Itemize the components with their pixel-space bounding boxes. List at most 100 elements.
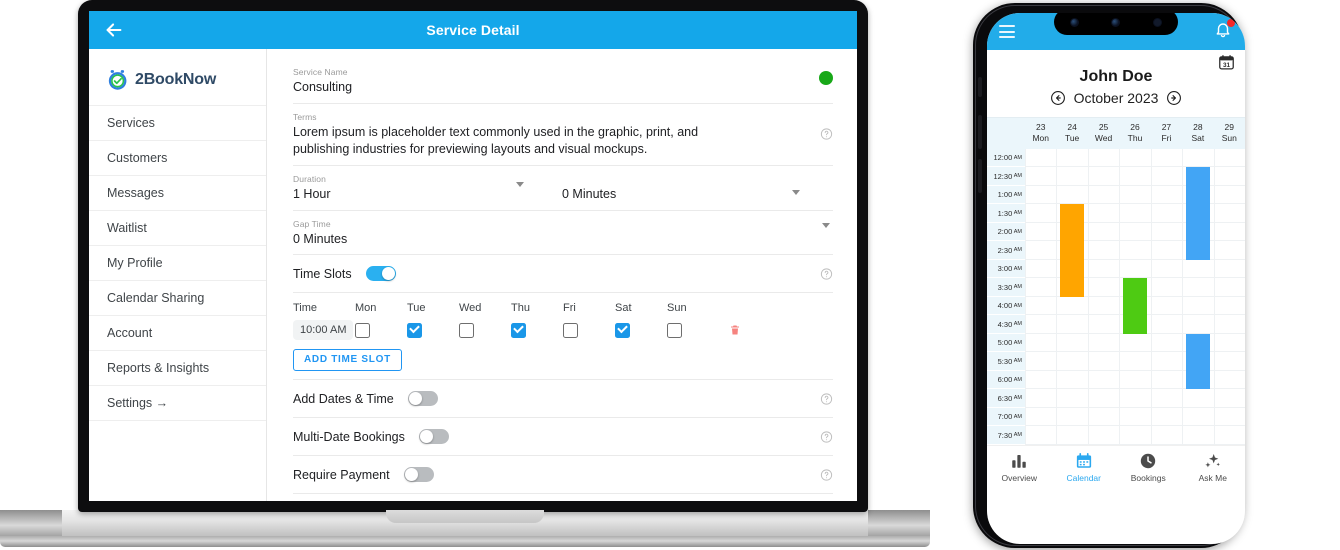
toggle-multi-date[interactable]: [418, 429, 449, 445]
calendar-cell[interactable]: [1025, 333, 1057, 353]
field-terms[interactable]: Terms Lorem ipsum is placeholder text co…: [293, 104, 833, 166]
calendar-event[interactable]: [1122, 278, 1148, 334]
toggle-add-dates[interactable]: [407, 391, 438, 407]
calendar-cell[interactable]: [1213, 426, 1245, 445]
calendar-cell[interactable]: [1025, 185, 1057, 205]
hamburger-menu-icon[interactable]: [999, 25, 1015, 42]
calendar-cell[interactable]: [1182, 259, 1214, 279]
calendar-cell[interactable]: [1150, 278, 1183, 297]
calendar-cell[interactable]: [1182, 407, 1214, 427]
calendar-cell[interactable]: [1213, 278, 1245, 297]
calendar-cell[interactable]: [1025, 222, 1057, 242]
sidebar-item-my-profile[interactable]: My Profile: [89, 245, 266, 280]
calendar-cell[interactable]: [1025, 296, 1057, 316]
calendar-cell[interactable]: [1119, 259, 1151, 279]
calendar-cell[interactable]: [1025, 352, 1057, 371]
calendar-cell[interactable]: [1087, 407, 1120, 427]
phone-nav-item-calendar[interactable]: Calendar: [1052, 452, 1117, 483]
calendar-event[interactable]: [1185, 333, 1211, 390]
calendar-cell[interactable]: [1056, 185, 1088, 205]
help-circle-icon[interactable]: [820, 267, 833, 280]
add-time-slot-button[interactable]: ADD TIME SLOT: [293, 349, 402, 372]
calendar-cell[interactable]: [1087, 426, 1120, 445]
day-header-thu[interactable]: 26 Thu: [1119, 118, 1150, 149]
calendar-cell[interactable]: [1087, 148, 1120, 168]
chevron-left-circle-icon[interactable]: [1050, 90, 1066, 106]
calendar-cell[interactable]: [1213, 407, 1245, 427]
calendar-cell[interactable]: [1119, 352, 1151, 371]
calendar-cell[interactable]: [1119, 148, 1151, 168]
arrow-left-icon[interactable]: [103, 19, 125, 41]
calendar-cell[interactable]: [1150, 204, 1183, 223]
calendar-cell[interactable]: [1025, 241, 1057, 260]
calendar-cell[interactable]: [1025, 167, 1057, 186]
calendar-cell[interactable]: [1087, 185, 1120, 205]
calendar-cell[interactable]: [1213, 259, 1245, 279]
day-header-sat[interactable]: 28 Sat: [1182, 118, 1213, 149]
day-header-tue[interactable]: 24 Tue: [1056, 118, 1087, 149]
calendar-cell[interactable]: [1119, 370, 1151, 390]
calendar-cell[interactable]: [1056, 426, 1088, 445]
calendar-cell[interactable]: [1119, 426, 1151, 445]
calendar-cell[interactable]: [1150, 148, 1183, 168]
calendar-event[interactable]: [1059, 204, 1085, 297]
sidebar-item-services[interactable]: Services: [89, 105, 266, 140]
calendar-cell[interactable]: [1150, 333, 1183, 353]
calendar-cell[interactable]: [1025, 278, 1057, 297]
calendar-cell[interactable]: [1025, 148, 1057, 168]
calendar-cell[interactable]: [1182, 296, 1214, 316]
calendar-cell[interactable]: [1119, 204, 1151, 223]
calendar-cell[interactable]: [1150, 296, 1183, 316]
calendar-cell[interactable]: [1182, 278, 1214, 297]
calendar-cell[interactable]: [1213, 204, 1245, 223]
brand-logo[interactable]: 2BookNow: [89, 55, 266, 105]
calendar-cell[interactable]: [1025, 204, 1057, 223]
time-slot-input[interactable]: 10:00 AM: [293, 320, 354, 341]
field-gap-time[interactable]: Gap Time 0 Minutes: [293, 211, 833, 256]
calendar-cell[interactable]: [1087, 259, 1120, 279]
calendar-cell[interactable]: [1150, 352, 1183, 371]
calendar-cell[interactable]: [1087, 333, 1120, 353]
calendar-cell[interactable]: [1025, 407, 1057, 427]
calendar-cell[interactable]: [1056, 296, 1088, 316]
field-duration[interactable]: Duration 1 Hour 0 Minutes: [293, 166, 833, 211]
calendar-31-icon[interactable]: 31: [1218, 54, 1235, 71]
calendar-cell[interactable]: [1213, 296, 1245, 316]
calendar-cell[interactable]: [1087, 222, 1120, 242]
calendar-cell[interactable]: [1087, 370, 1120, 390]
checkbox-fri[interactable]: [563, 322, 578, 338]
calendar-cell[interactable]: [1087, 315, 1120, 334]
calendar-cell[interactable]: [1087, 204, 1120, 223]
checkbox-wed[interactable]: [459, 322, 474, 338]
checkbox-thu[interactable]: [511, 322, 526, 338]
calendar-cell[interactable]: [1119, 333, 1151, 353]
calendar-cell[interactable]: [1213, 315, 1245, 334]
checkbox-sat[interactable]: [615, 322, 630, 338]
phone-nav-item-bookings[interactable]: Bookings: [1116, 452, 1181, 483]
checkbox-tue[interactable]: [407, 322, 422, 338]
calendar-cell[interactable]: [1087, 278, 1120, 297]
day-header-sun[interactable]: 29 Sun: [1214, 118, 1245, 149]
day-header-fri[interactable]: 27 Fri: [1151, 118, 1182, 149]
sidebar-item-messages[interactable]: Messages: [89, 175, 266, 210]
duration-minutes-select[interactable]: 0 Minutes: [548, 186, 803, 203]
calendar-cell[interactable]: [1150, 222, 1183, 242]
help-circle-icon[interactable]: [820, 392, 833, 405]
calendar-cell[interactable]: [1150, 259, 1183, 279]
sidebar-item-waitlist[interactable]: Waitlist: [89, 210, 266, 245]
calendar-cell[interactable]: [1025, 389, 1057, 408]
calendar-cell[interactable]: [1119, 222, 1151, 242]
calendar-cell[interactable]: [1213, 389, 1245, 408]
phone-nav-item-ask-me[interactable]: Ask Me: [1181, 452, 1246, 483]
field-service-name[interactable]: Service Name Consulting: [293, 59, 833, 104]
calendar-cell[interactable]: [1150, 167, 1183, 186]
calendar-cell[interactable]: [1213, 370, 1245, 390]
sidebar-item-customers[interactable]: Customers: [89, 140, 266, 175]
duration-hours-select[interactable]: 1 Hour: [293, 181, 548, 203]
calendar-cell[interactable]: [1056, 333, 1088, 353]
calendar-cell[interactable]: [1087, 241, 1120, 260]
calendar-cell[interactable]: [1025, 370, 1057, 390]
sidebar-item-account[interactable]: Account: [89, 315, 266, 350]
help-circle-icon[interactable]: [820, 468, 833, 481]
calendar-cell[interactable]: [1213, 222, 1245, 242]
